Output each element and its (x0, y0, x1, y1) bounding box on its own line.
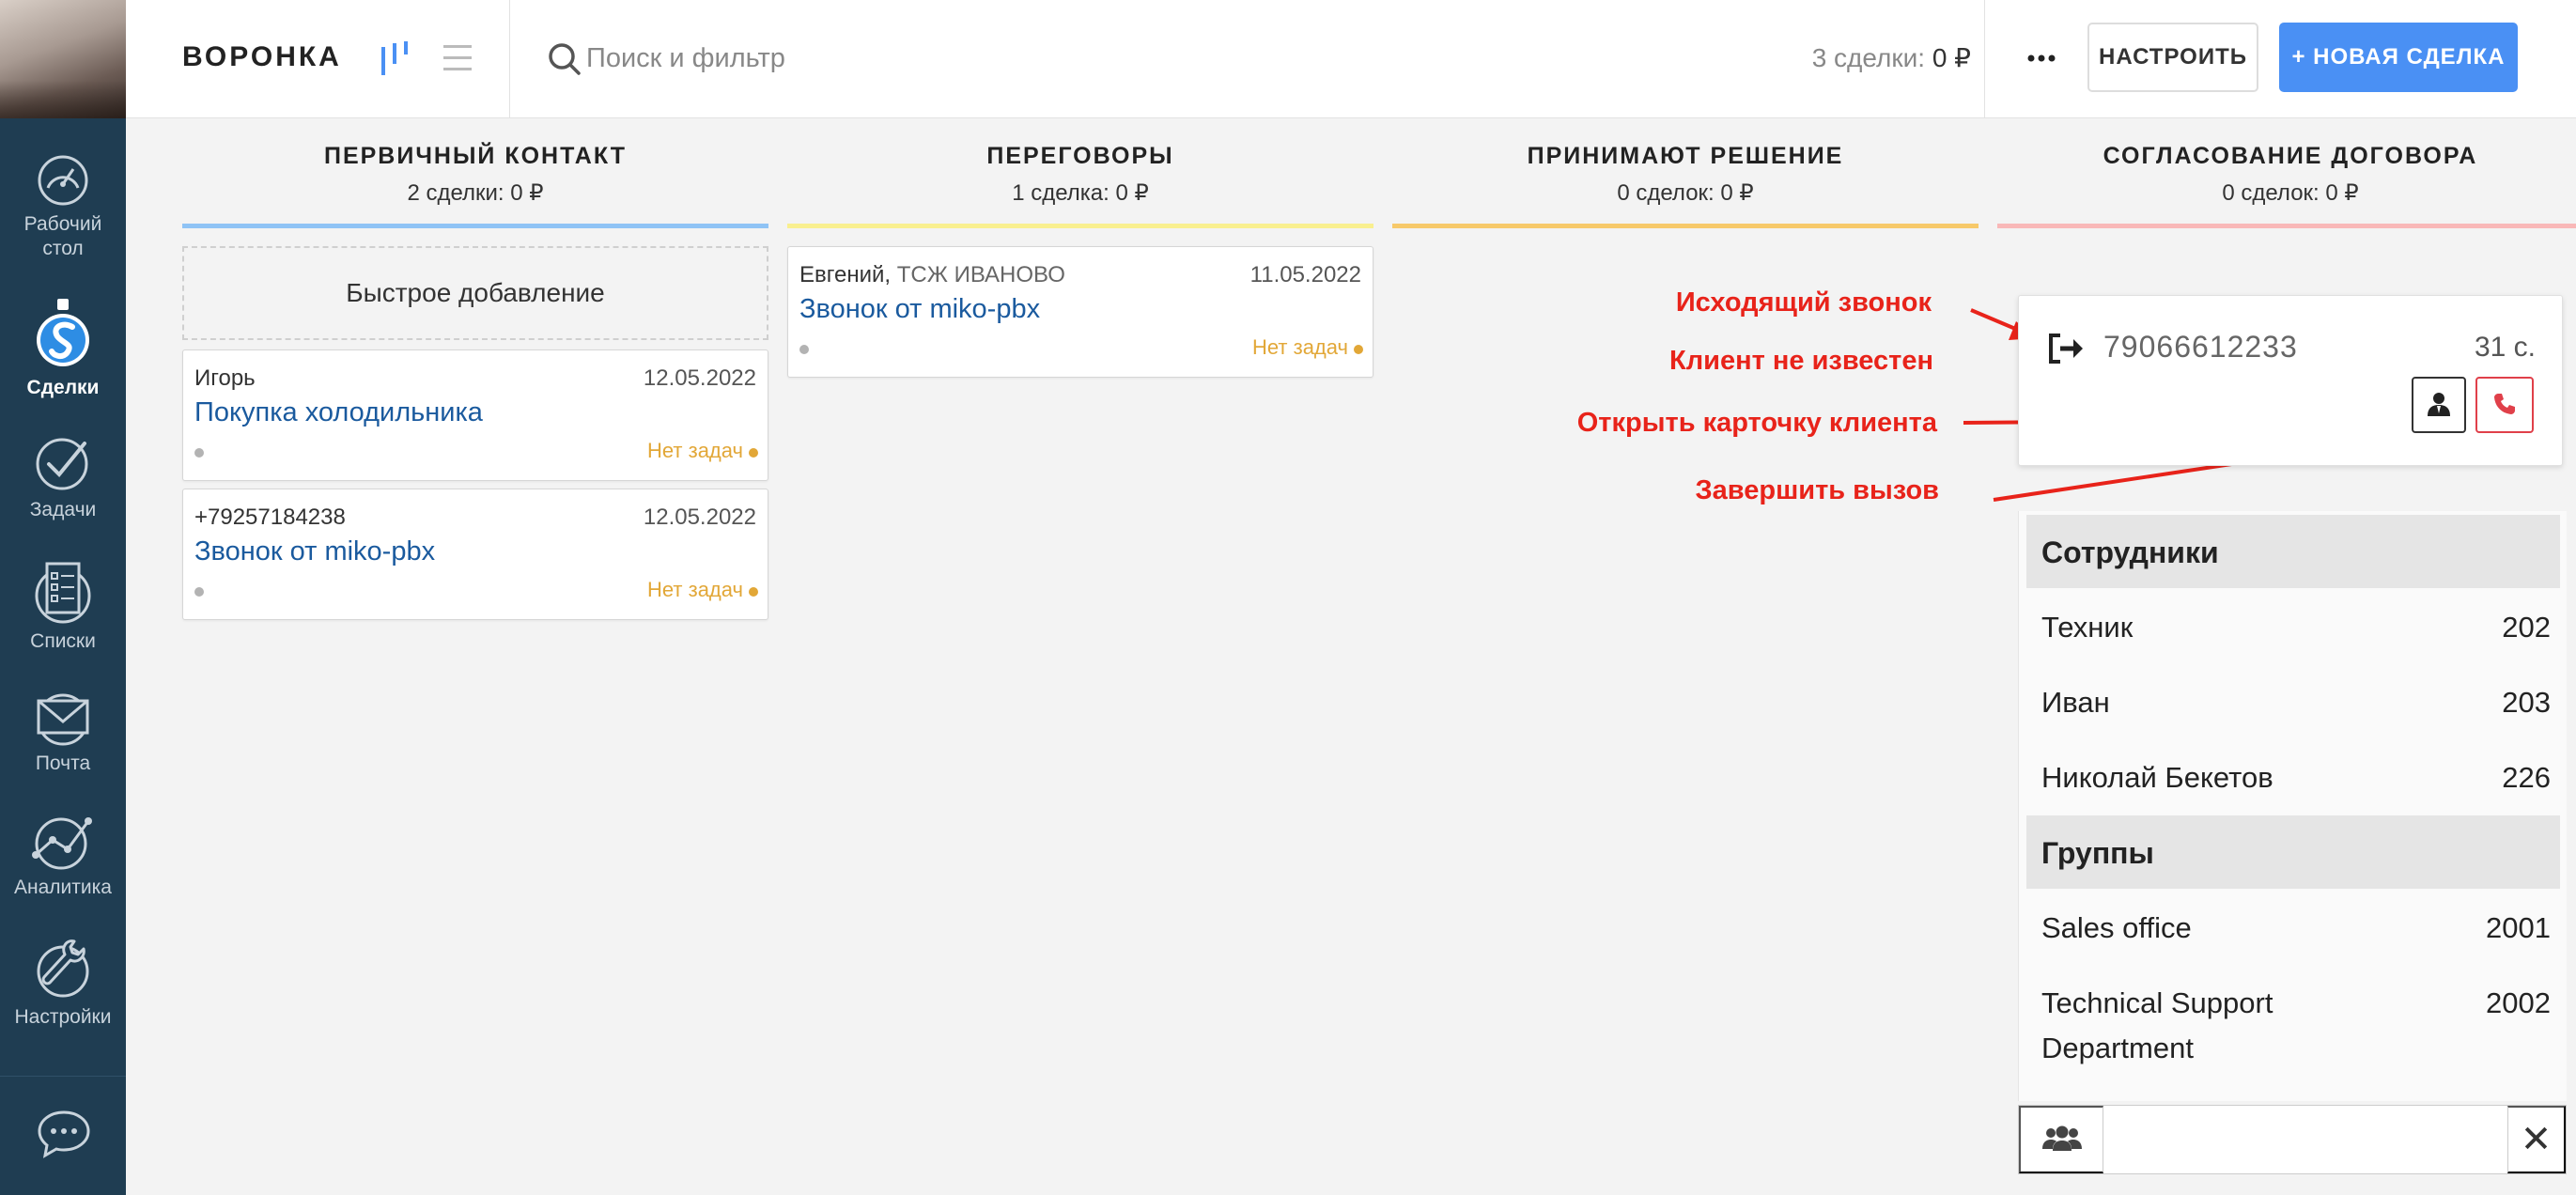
section-title: Сотрудники (2041, 535, 2219, 569)
directory-panel: Сотрудники Техник 202 Иван 203 Николай Б… (2018, 511, 2567, 1101)
list-item[interactable]: Иван 203 (2026, 680, 2560, 725)
list-item[interactable]: Техник 202 (2026, 605, 2560, 650)
close-icon: ✕ (2520, 1118, 2553, 1161)
list-item[interactable]: Николай Бекетов 226 (2026, 755, 2560, 800)
group-users-icon (2041, 1125, 2082, 1151)
contact-extension: 203 (2502, 686, 2551, 719)
list-item[interactable]: Technical Support Department 2002 (2026, 981, 2560, 1071)
group-name-line1: Technical Support (2041, 986, 2273, 1019)
group-name: Sales office (2041, 911, 2192, 944)
contact-extension: 226 (2502, 761, 2551, 794)
hangup-phone-icon (2494, 393, 2515, 414)
contact-name: Николай Бекетов (2041, 761, 2273, 794)
directory-search-input[interactable] (2109, 1117, 2485, 1162)
client-card-icon (2428, 392, 2450, 416)
section-employees: Сотрудники (2026, 515, 2560, 588)
list-item[interactable]: Sales office 2001 (2026, 906, 2560, 951)
call-duration: 31 с. (2474, 332, 2536, 363)
end-call-button[interactable] (2475, 377, 2534, 433)
contact-name: Иван (2041, 686, 2110, 719)
group-filter-button[interactable] (2019, 1106, 2103, 1173)
group-name-line2: Department (2041, 1032, 2194, 1064)
open-client-card-button[interactable] (2412, 377, 2466, 433)
directory-search-bar: ✕ (2018, 1105, 2567, 1174)
section-groups: Группы (2026, 815, 2560, 889)
group-extension: 2002 (2486, 986, 2551, 1019)
group-extension: 2001 (2486, 911, 2551, 944)
outgoing-call-icon (2049, 334, 2083, 364)
close-button[interactable]: ✕ (2507, 1106, 2566, 1173)
section-title: Группы (2041, 836, 2154, 870)
contact-extension: 202 (2502, 611, 2551, 644)
contact-name: Техник (2041, 611, 2134, 644)
call-number: 79066612233 (2103, 330, 2298, 364)
active-call-panel: 79066612233 31 с. (2018, 295, 2563, 466)
